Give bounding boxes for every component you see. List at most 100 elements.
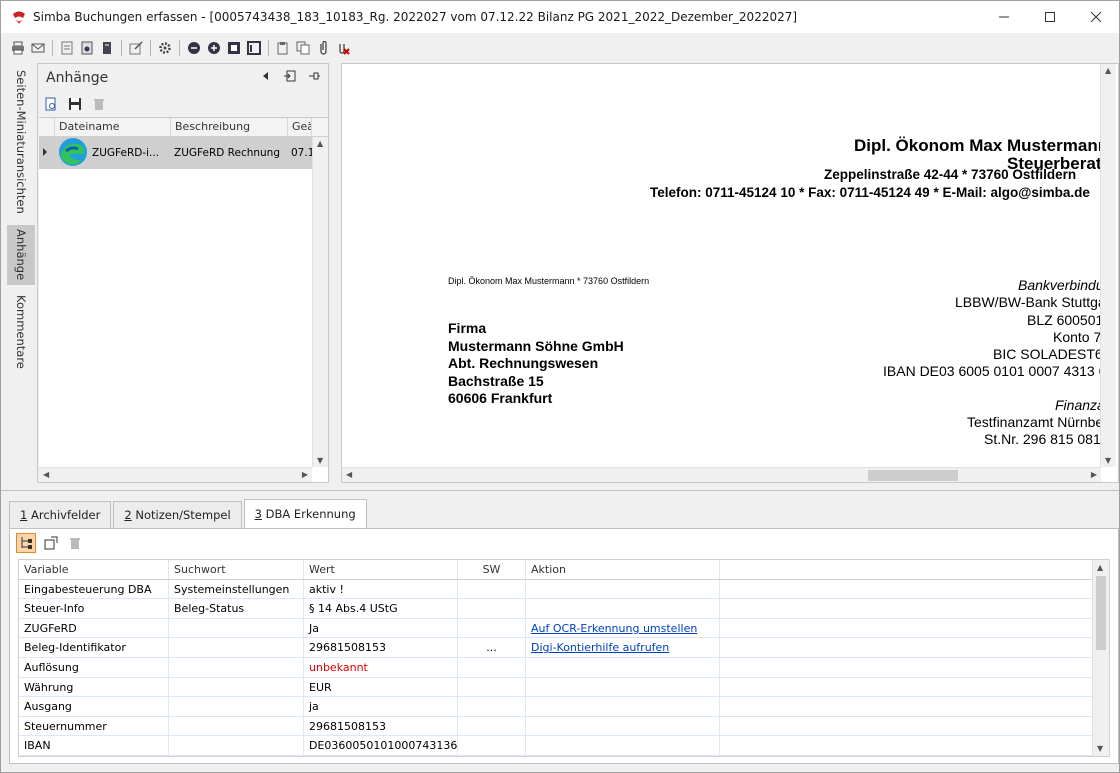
tax-line: St.Nr. 296 815 0815 [984,431,1102,447]
cell-variable: Steuernummer [19,716,169,736]
tree-view-button[interactable] [16,533,36,553]
delete-entry-button[interactable] [66,534,84,552]
side-tab-strip: Seiten-Miniaturansichten Anhänge Komment… [1,63,37,483]
cell-variable: Auflösung [19,657,169,677]
open-attachment-button[interactable] [42,95,60,113]
column-header-wert[interactable]: Wert [304,560,458,579]
settings-button[interactable] [156,39,174,57]
attachment-filename: ZUGFeRD-i... [92,147,160,159]
bank-heading: Bankverbindung [1018,277,1102,293]
undock-button[interactable] [284,70,296,85]
fit-page-icon [228,42,240,54]
attachment-row[interactable]: ZUGFeRD-i... ZUGFeRD Rechnung 07.1 [39,137,328,169]
table-row[interactable]: Beleg-Identifikator 29681508153... Digi-Ko… [19,638,1109,658]
cell-variable: Eingabesteuerung DBA [19,579,169,599]
fit-width-button[interactable] [245,39,263,57]
table-row[interactable]: Steuer-Info Beleg-Status § 14 Abs.4 UStG [19,599,1109,619]
fit-page-button[interactable] [225,39,243,57]
cell-suchwort [169,736,304,755]
tab-kommentare[interactable]: Kommentare [7,291,35,373]
ellipsis-button[interactable]: ... [458,638,526,657]
tab-dba-erkennung[interactable]: 3 DBA Erkennung [243,499,367,529]
zoom-in-button[interactable] [205,39,223,57]
column-header-variable[interactable]: Variable [19,560,169,579]
column-header-suchwort[interactable]: Suchwort [169,560,304,579]
table-row[interactable]: Auflösung unbekannt [19,657,1109,678]
minimize-button[interactable] [981,1,1027,33]
tab-notizen-stempel[interactable]: 2 Notizen/Stempel [113,501,242,529]
ocr-switch-link[interactable]: Auf OCR-Erkennung umstellen [531,622,697,635]
cell-variable: Währung [19,677,169,697]
pin-button[interactable] [308,70,320,85]
row-pointer-icon [39,147,55,159]
minimize-icon [999,16,1009,18]
archive-button[interactable] [98,39,116,57]
attachments-vertical-scrollbar[interactable]: ▲ ▼ [312,137,328,467]
cell-aktion [526,697,720,716]
scrollbar-thumb[interactable] [868,470,958,481]
tab-seiten-miniaturansichten[interactable]: Seiten-Miniaturansichten [7,67,35,217]
maximize-button[interactable] [1027,1,1073,33]
column-header-geaendert[interactable]: Geä [288,118,312,136]
dba-vertical-scrollbar[interactable]: ▲ ▼ [1092,560,1109,756]
recipient-line: Bachstraße 15 [448,373,544,389]
pin-icon [309,72,320,80]
collapse-left-button[interactable] [262,70,270,84]
preview-horizontal-scrollbar[interactable]: ◀ ▶ [342,467,1101,482]
bank-line: LBBW/BW-Bank Stuttgart [955,294,1102,310]
scroll-down-icon: ▼ [1097,744,1104,753]
kontierhilfe-link[interactable]: Digi-Kontierhilfe aufrufen [531,641,669,654]
scroll-left-icon: ◀ [346,470,353,479]
cell-sw [458,618,526,638]
edit-button[interactable] [127,39,145,57]
tab-anhaenge[interactable]: Anhänge [7,225,35,285]
attachments-toolbar [38,92,328,116]
column-header-dateiname[interactable]: Dateiname [55,118,171,136]
table-row[interactable]: ZUGFeRD Ja Auf OCR-Erkennung umstellen [19,618,1109,639]
column-header-aktion[interactable]: Aktion [526,560,720,579]
recipient-line: 60606 Frankfurt [448,390,553,406]
print-button[interactable] [9,39,27,57]
cell-sw [458,677,526,697]
cell-wert: ja [304,697,458,716]
cell-wert: DE03600501010007431366 [304,736,458,755]
tab-archivfelder[interactable]: 1 Archivfelder [9,501,112,529]
bank-line: Konto 743136 [1053,329,1102,345]
delete-attachment-button[interactable] [90,95,108,113]
close-button[interactable] [1073,1,1119,33]
window-title: Simba Buchungen erfassen - [0005743438_1… [33,10,798,24]
remove-attachment-button[interactable] [334,39,352,57]
copy-button[interactable] [294,39,312,57]
side-tab-label: Anhänge [14,229,28,281]
sender-name: Dipl. Ökonom Max Mustermann [854,136,1102,155]
scan-button[interactable] [58,39,76,57]
document-search-icon [45,97,56,111]
view-button[interactable] [78,39,96,57]
clipboard-button[interactable] [274,39,292,57]
document-preview[interactable]: Dipl. Ökonom Max Mustermann Steuerberate… [341,63,1119,483]
attachments-horizontal-scrollbar[interactable]: ◀ ▶ [39,467,312,482]
printer-icon [12,41,24,55]
cell-variable: Steuer-Info [19,599,169,618]
new-entry-button[interactable] [42,534,60,552]
return-address-line: Dipl. Ökonom Max Mustermann * 73760 Ostf… [448,276,650,286]
clipboard-icon [277,42,288,55]
table-row[interactable]: IBAN DE03600501010007431366 [19,736,1109,756]
preview-vertical-scrollbar[interactable]: ▲ ▼ [1100,64,1116,467]
copy-icon [296,41,310,55]
column-header-beschreibung[interactable]: Beschreibung [171,118,288,136]
scrollbar-thumb[interactable] [1096,576,1106,650]
save-icon [69,98,81,110]
save-attachment-button[interactable] [66,95,84,113]
email-button[interactable] [29,39,47,57]
table-row[interactable]: Währung EUR [19,677,1109,698]
trash-icon [70,538,80,549]
attach-button[interactable] [314,39,332,57]
zoom-out-button[interactable] [185,39,203,57]
cell-aktion [526,716,720,736]
table-row[interactable]: Steuernummer 29681508153 [19,716,1109,737]
bank-line: IBAN DE03 6005 0101 0007 4313 6 [883,363,1102,379]
table-row[interactable]: Eingabesteuerung DBA Systemeinstellungen a… [19,579,1109,600]
table-row[interactable]: Ausgang ja [19,697,1109,717]
column-header-sw[interactable]: SW [458,560,526,579]
